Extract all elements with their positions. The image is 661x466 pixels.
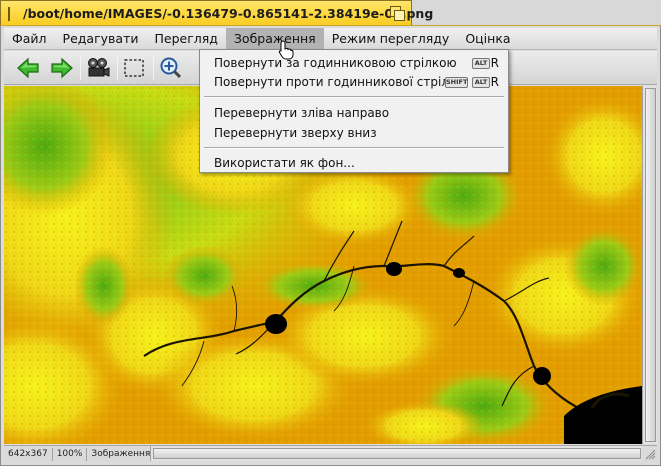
vertical-scrollbar[interactable]: [642, 86, 657, 444]
menu-view-mode[interactable]: Режим перегляду: [324, 28, 458, 50]
menu-file[interactable]: Файл: [4, 28, 55, 50]
shift-key-badge: SHIFT: [445, 77, 468, 88]
menu-bar: Файл Редагувати Перегляд Зображення Режи…: [4, 28, 657, 50]
resize-grip-icon[interactable]: [643, 446, 657, 461]
window-tab[interactable]: /boot/home/IMAGES/-0.136479-0.865141-2.3…: [0, 0, 433, 26]
window-title: /boot/home/IMAGES/-0.136479-0.865141-2.3…: [23, 6, 434, 21]
slideshow-projector-icon[interactable]: [84, 54, 112, 82]
menu-edit[interactable]: Редагувати: [55, 28, 147, 50]
menu-item-flip-vertical[interactable]: Перевернути зверху вниз: [200, 123, 508, 143]
vertical-scroll-thumb[interactable]: [645, 88, 656, 442]
status-zoom: 100%: [53, 447, 88, 461]
shortcut-key: R: [490, 56, 499, 70]
menu-item-rotate-clockwise[interactable]: Повернути за годинниковою стрілкою ALT R: [200, 53, 508, 73]
menu-image[interactable]: Зображення: [225, 28, 324, 50]
horizontal-scrollbar[interactable]: [150, 446, 642, 461]
menu-rating[interactable]: Оцінка: [457, 28, 518, 50]
menu-separator: [204, 147, 504, 149]
status-dimensions: 642x367: [4, 447, 53, 461]
menu-item-rotate-counterclockwise[interactable]: Повернути проти годинникової стрілки SHI…: [200, 72, 508, 92]
selection-rectangle-icon[interactable]: [120, 54, 148, 82]
menu-separator: [204, 96, 504, 98]
zoom-window-icon[interactable]: [390, 6, 405, 21]
horizontal-scroll-thumb[interactable]: [153, 448, 641, 459]
back-arrow-icon[interactable]: [14, 54, 42, 82]
shortcut-key: R: [490, 75, 499, 89]
menu-view[interactable]: Перегляд: [146, 28, 225, 50]
app-window: /boot/home/IMAGES/-0.136479-0.865141-2.3…: [0, 0, 661, 466]
hand-cursor-icon: [278, 40, 294, 64]
menu-item-flip-horizontal[interactable]: Перевернути зліва направо: [200, 103, 508, 123]
alt-key-badge: ALT: [472, 77, 490, 88]
menu-item-use-as-background[interactable]: Використати як фон...: [200, 153, 508, 173]
close-icon[interactable]: [8, 6, 10, 21]
image-menu-dropdown: Повернути за годинниковою стрілкою ALT R…: [199, 49, 509, 173]
alt-key-badge: ALT: [472, 58, 490, 69]
zoom-in-icon[interactable]: [157, 54, 185, 82]
forward-arrow-icon[interactable]: [48, 54, 76, 82]
